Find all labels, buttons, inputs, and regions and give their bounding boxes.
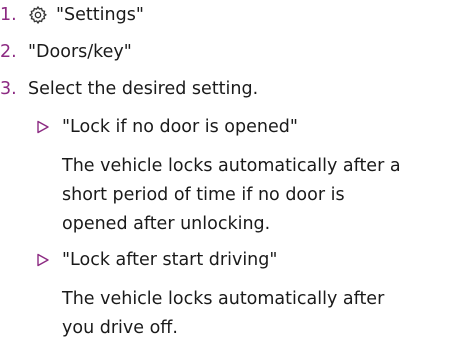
instruction-document: 1. "Settings" 2. "Doors/key" 3. Select t… <box>0 0 472 345</box>
step-number: 1. <box>0 5 17 25</box>
option-label: "Lock after start driving" <box>62 250 278 270</box>
description-line: The vehicle locks automatically after <box>62 289 385 309</box>
gear-icon <box>28 5 48 25</box>
option-description: The vehicle locks automatically after yo… <box>62 285 472 343</box>
step-text: Select the desired setting. <box>28 79 259 99</box>
step-text: "Doors/key" <box>28 42 132 62</box>
step-number: 2. <box>0 42 17 62</box>
description-line: The vehicle locks automatically after a <box>62 156 401 176</box>
step-1: 1. "Settings" <box>0 3 144 27</box>
step-3: 3. Select the desired setting. <box>0 77 258 101</box>
option-label: "Lock if no door is opened" <box>62 117 298 137</box>
option-lock-after-start-driving: "Lock after start driving" <box>37 248 278 272</box>
step-text: "Settings" <box>56 5 144 25</box>
description-line: you drive off. <box>62 318 178 338</box>
step-number: 3. <box>0 79 17 99</box>
description-line: short period of time if no door is <box>62 185 345 205</box>
option-lock-if-no-door-opened: "Lock if no door is opened" <box>37 115 298 139</box>
triangle-bullet-icon <box>37 120 49 134</box>
option-description: The vehicle locks automatically after a … <box>62 152 472 239</box>
step-2: 2. "Doors/key" <box>0 40 132 64</box>
description-line: opened after unlocking. <box>62 214 271 234</box>
triangle-bullet-icon <box>37 253 49 267</box>
